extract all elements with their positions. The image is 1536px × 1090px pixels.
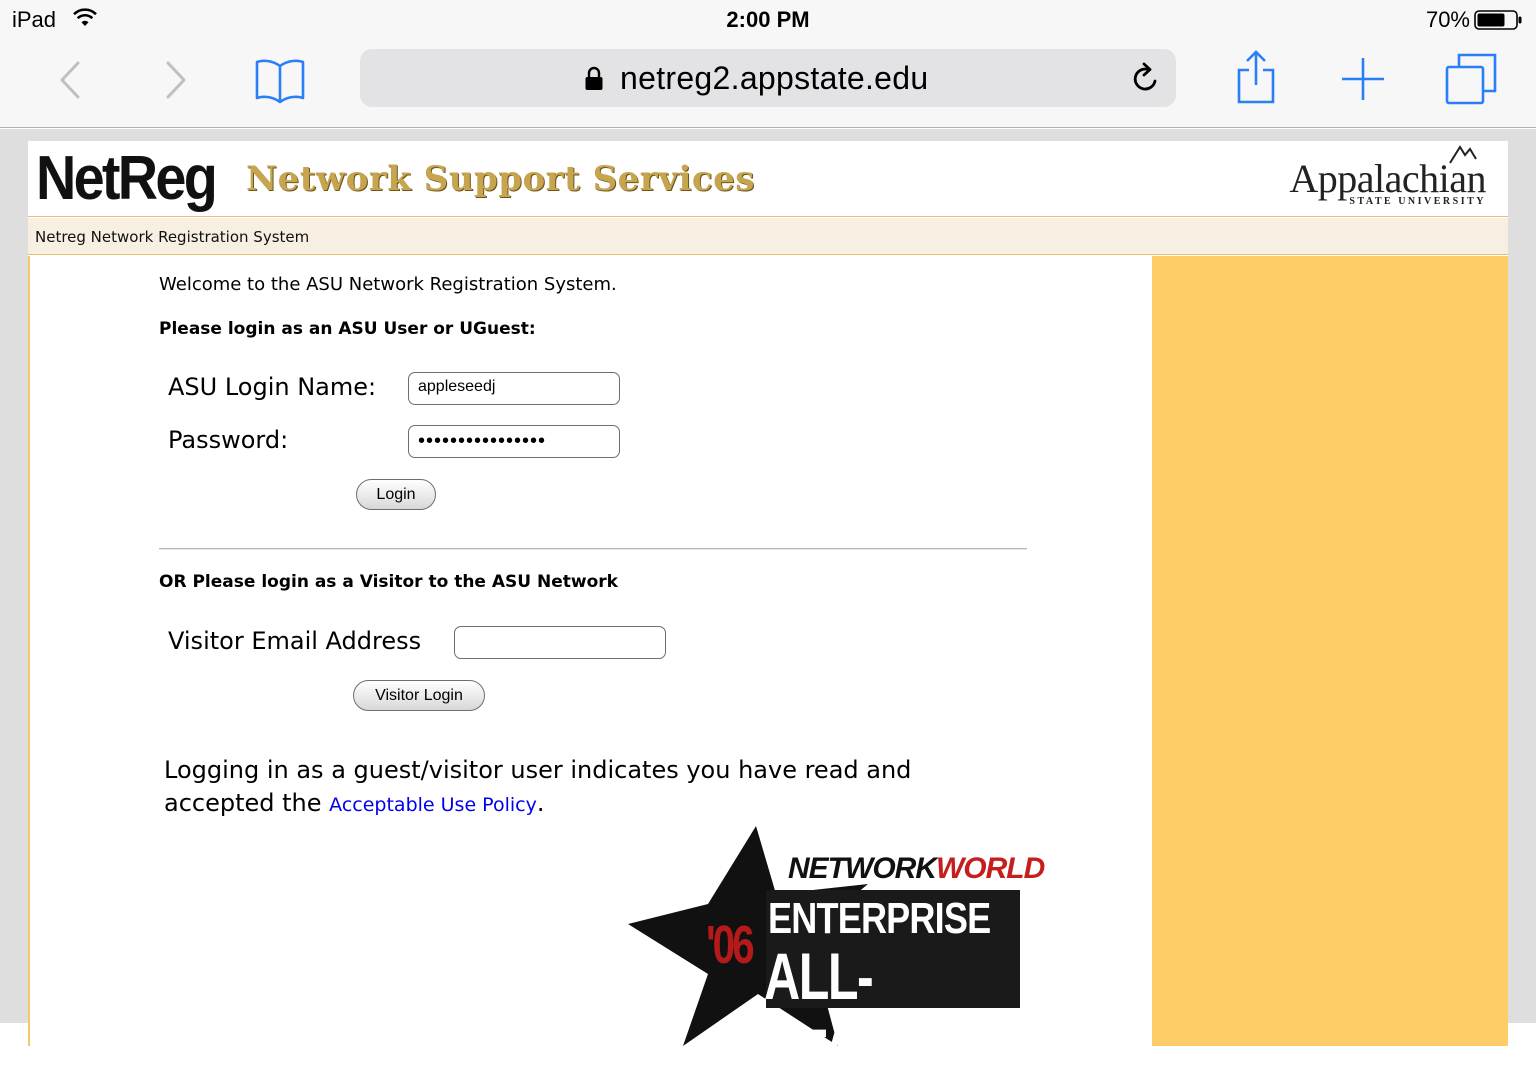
- welcome-text: Welcome to the ASU Network Registration …: [159, 274, 617, 295]
- award-brand-network: NETWORK: [788, 852, 937, 885]
- lock-icon: [584, 66, 604, 96]
- visitor-login-button[interactable]: Visitor Login: [353, 680, 485, 711]
- award-year: '06: [706, 915, 755, 975]
- visitor-email-label: Visitor Email Address: [168, 627, 422, 655]
- new-tab-icon[interactable]: [1338, 54, 1388, 104]
- password-label: Password:: [168, 426, 289, 454]
- visitor-login-heading: OR Please login as a Visitor to the ASU …: [159, 572, 618, 592]
- tabs-icon[interactable]: [1444, 52, 1498, 106]
- enterprise-all-star-award-badge: NETWORKWORLD '06 ENTERPRISE ALL-STAR: [628, 824, 1045, 1089]
- browser-toolbar: netreg2.appstate.edu: [0, 40, 1536, 128]
- right-sidebar: [1152, 256, 1508, 1046]
- login-name-input[interactable]: appleseedj: [408, 372, 620, 405]
- address-bar[interactable]: netreg2.appstate.edu: [360, 49, 1176, 107]
- status-bar: iPad 2:00 PM 70%: [0, 0, 1536, 40]
- award-line-enterprise: ENTERPRISE: [768, 894, 991, 943]
- back-icon[interactable]: [52, 56, 88, 104]
- site-header: NetReg Network Support Services Appalach…: [28, 141, 1508, 217]
- visitor-email-input[interactable]: [454, 626, 666, 659]
- share-icon[interactable]: [1232, 48, 1280, 108]
- netreg-logo: NetReg: [36, 144, 218, 213]
- mountain-icon: [1449, 145, 1477, 164]
- bookmarks-icon[interactable]: [252, 54, 308, 106]
- acceptable-use-policy-link[interactable]: Acceptable Use Policy: [329, 794, 537, 816]
- main-content: Welcome to the ASU Network Registration …: [28, 256, 1152, 1089]
- login-name-label: ASU Login Name:: [168, 373, 377, 401]
- forward-icon[interactable]: [158, 56, 194, 104]
- policy-period: .: [536, 789, 545, 817]
- url-text: netreg2.appstate.edu: [620, 60, 929, 96]
- policy-notice: Logging in as a guest/visitor user indic…: [164, 754, 1024, 822]
- clock: 2:00 PM: [726, 7, 810, 32]
- network-support-services-logo: Network Support Services: [246, 159, 755, 199]
- battery-percent: 70%: [1425, 7, 1470, 32]
- battery-icon: [1474, 10, 1524, 34]
- system-title-bar: Netreg Network Registration System: [28, 218, 1508, 255]
- system-title: Netreg Network Registration System: [35, 228, 310, 246]
- appalachian-logo: Appalachian STATE UNIVERSITY: [1289, 145, 1486, 207]
- password-input[interactable]: ••••••••••••••••: [408, 425, 620, 458]
- user-login-heading: Please login as an ASU User or UGuest:: [159, 319, 536, 339]
- web-viewport: NetReg Network Support Services Appalach…: [0, 129, 1536, 1089]
- award-line-all-star: ALL-STAR: [764, 939, 892, 1089]
- divider: [159, 548, 1027, 550]
- login-button[interactable]: Login: [356, 479, 436, 510]
- web-page: NetReg Network Support Services Appalach…: [28, 141, 1508, 1089]
- reload-icon[interactable]: [1130, 61, 1162, 99]
- award-brand-world: WORLD: [935, 852, 1045, 885]
